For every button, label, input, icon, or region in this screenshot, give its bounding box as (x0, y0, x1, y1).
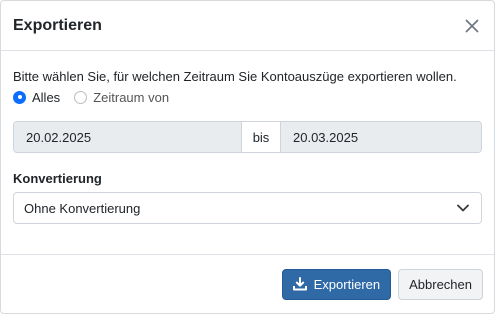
date-range-group: 20.02.2025 bis 20.03.2025 (13, 121, 482, 153)
close-button[interactable] (460, 14, 484, 38)
chevron-down-icon (457, 204, 469, 212)
cancel-button-label: Abbrechen (409, 276, 472, 292)
export-dialog: Exportieren Bitte wählen Sie, für welche… (0, 0, 495, 314)
dialog-header: Exportieren (1, 1, 494, 51)
radio-period[interactable]: Zeitraum von (74, 90, 169, 105)
radio-all-indicator[interactable] (13, 90, 26, 104)
close-icon (465, 18, 479, 33)
dialog-body: Bitte wählen Sie, für welchen Zeitraum S… (1, 51, 494, 224)
date-range-separator: bis (241, 122, 281, 152)
conversion-selected-value: Ohne Konvertierung (24, 200, 141, 216)
radio-all[interactable]: Alles (13, 90, 60, 105)
radio-period-indicator[interactable] (74, 90, 88, 104)
conversion-select[interactable]: Ohne Konvertierung (13, 192, 482, 224)
period-instruction: Bitte wählen Sie, für welchen Zeitraum S… (13, 69, 457, 84)
dialog-title: Exportieren (13, 16, 102, 34)
conversion-label: Konvertierung (13, 171, 102, 186)
radio-period-label: Zeitraum von (93, 89, 170, 105)
date-to-field: 20.03.2025 (281, 122, 481, 152)
radio-all-label: Alles (32, 89, 61, 105)
cancel-button[interactable]: Abbrechen (398, 268, 483, 300)
export-button-label: Exportieren (313, 276, 381, 292)
period-radio-group: Alles Zeitraum von (13, 88, 482, 106)
dialog-footer: Exportieren Abbrechen (1, 254, 494, 313)
export-button[interactable]: Exportieren (281, 268, 392, 300)
download-icon (292, 277, 307, 291)
date-from-field: 20.02.2025 (14, 122, 241, 152)
